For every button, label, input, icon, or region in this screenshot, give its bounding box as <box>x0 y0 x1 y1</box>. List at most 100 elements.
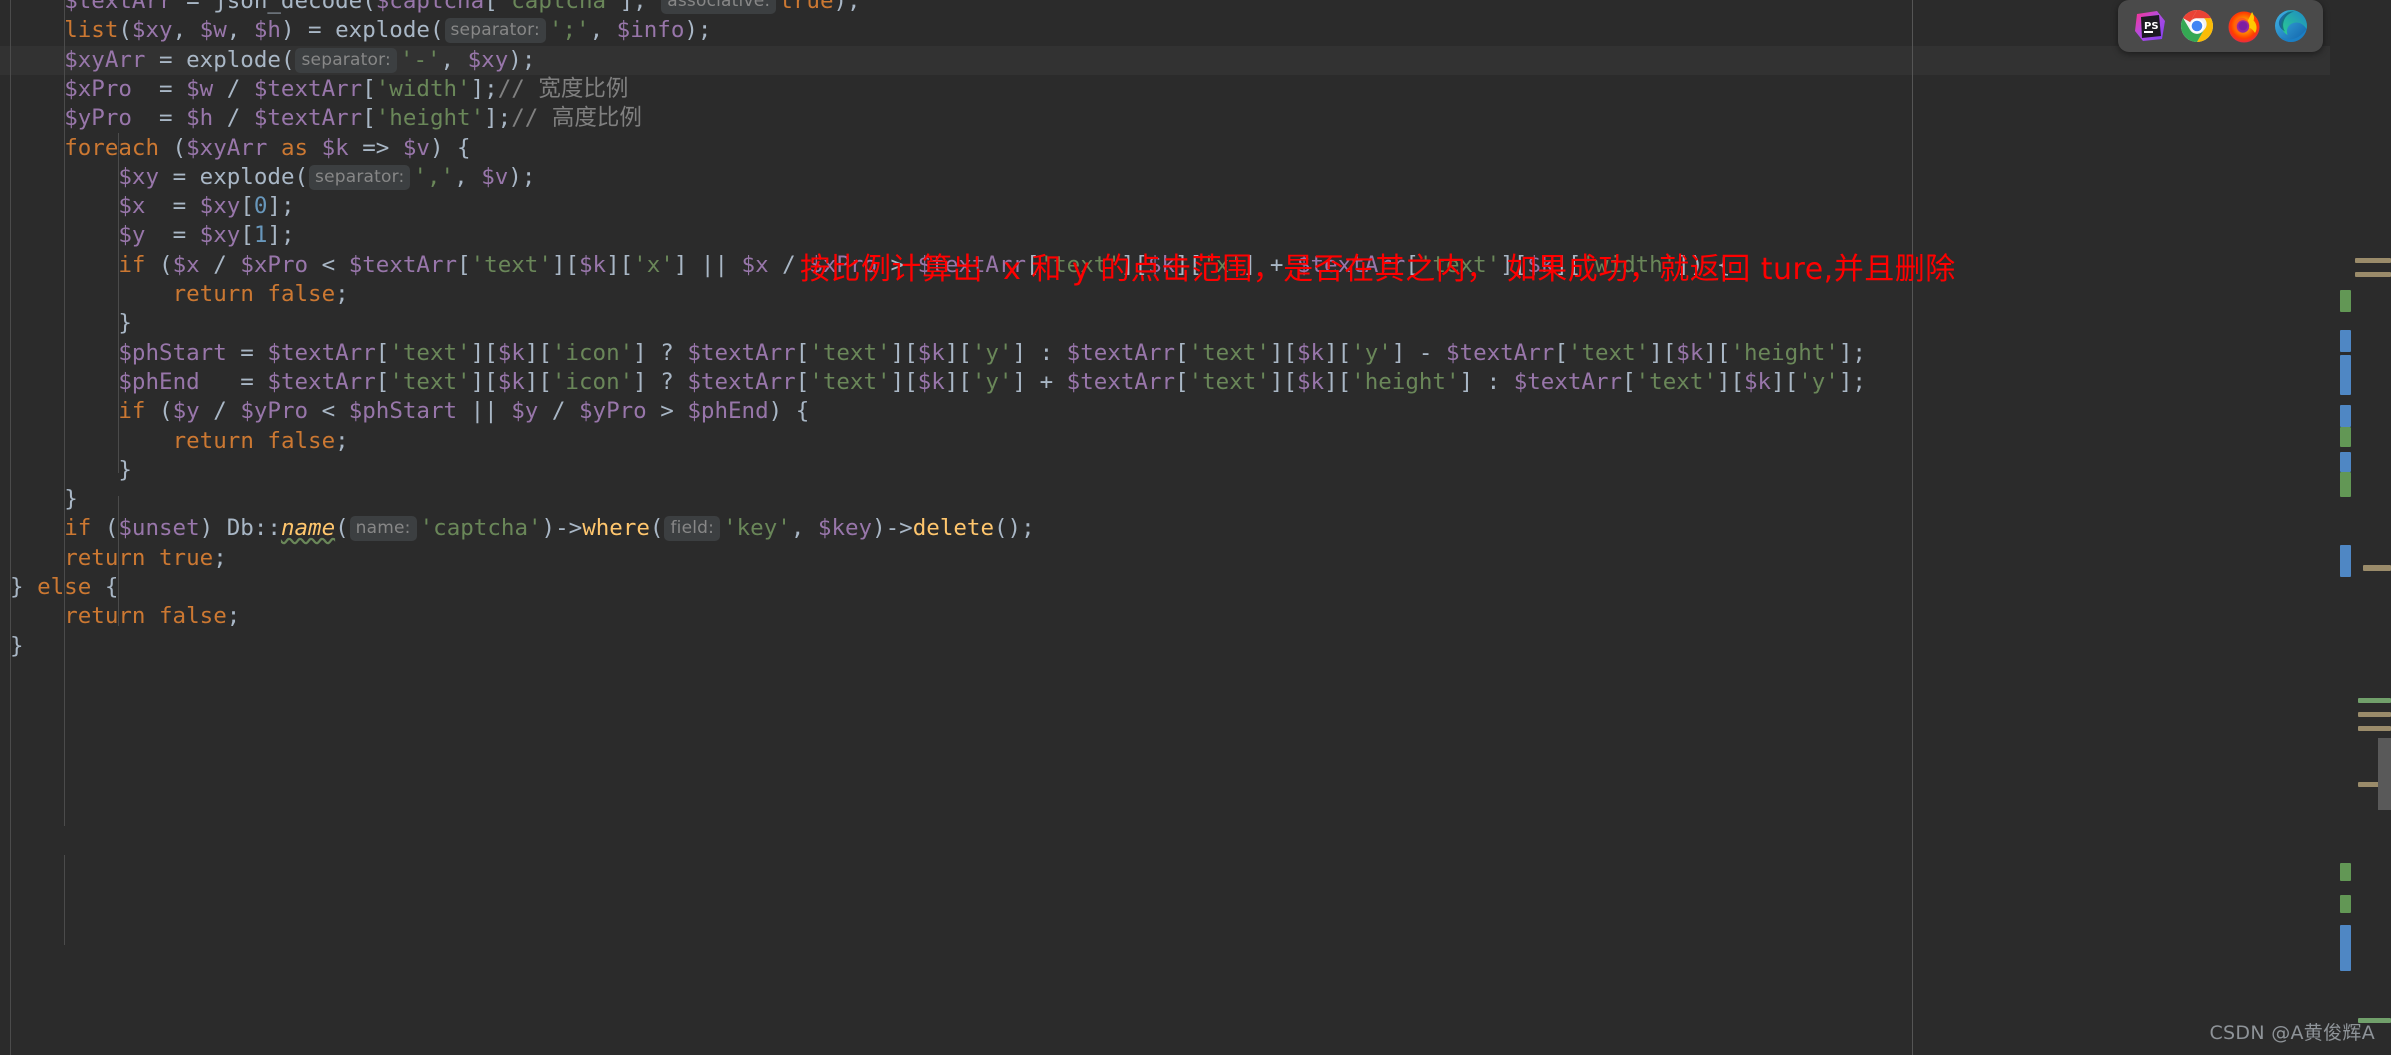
code-line[interactable]: } <box>0 309 2330 338</box>
code-token: = <box>159 163 200 190</box>
code-token: [ <box>1175 339 1189 366</box>
code-line[interactable]: } <box>0 485 2330 514</box>
code-token: false <box>267 281 336 307</box>
code-line[interactable]: $y = $xy[1]; <box>0 221 2330 250</box>
code-line[interactable]: list($xy, $w, $h) = explode(separator: ';… <box>0 16 2330 45</box>
code-line[interactable]: } else { <box>0 573 2330 602</box>
code-token: Db <box>226 515 254 542</box>
code-token: [ <box>1622 368 1636 395</box>
code-token: $x <box>741 251 769 278</box>
code-token: ( <box>649 515 664 542</box>
code-token: $yPro <box>64 105 132 132</box>
gutter-marker[interactable] <box>2363 565 2391 571</box>
indent-guide-line <box>10 0 11 1055</box>
gutter-marker[interactable] <box>2340 863 2351 881</box>
code-line[interactable]: $xy = explode(separator: ',', $v); <box>0 163 2330 192</box>
code-token: > <box>646 398 688 425</box>
code-token: [ <box>795 339 810 366</box>
code-token: ( <box>280 46 295 73</box>
code-token: ( <box>118 17 132 44</box>
code-token: 'text' <box>809 368 891 395</box>
code-token: (); <box>994 515 1035 542</box>
code-token: $k <box>497 339 525 366</box>
code-token: $xyArr <box>186 134 268 161</box>
code-token: ( <box>145 398 173 425</box>
code-token: // 高度比例 <box>511 105 642 132</box>
code-token: $textArr <box>64 0 173 14</box>
gutter-marker[interactable] <box>2358 712 2391 717</box>
code-line[interactable]: $xPro = $w / $textArr['width'];// 宽度比例 <box>0 75 2330 104</box>
code-token: $yPro <box>578 398 647 425</box>
gutter-marker[interactable] <box>2358 726 2391 731</box>
gutter-marker[interactable] <box>2340 545 2351 577</box>
editor-marker-gutter[interactable] <box>2330 0 2391 1055</box>
code-token: ][ <box>1703 339 1731 366</box>
code-line[interactable]: } <box>0 456 2330 485</box>
code-token: 'text' <box>389 368 471 395</box>
firefox-app-icon[interactable] <box>2227 9 2261 43</box>
code-line[interactable]: $textArr = json_decode($captcha['captcha… <box>0 0 2330 16</box>
code-line[interactable]: $phStart = $textArr['text'][$k]['icon'] … <box>0 339 2330 368</box>
indent-guide-line <box>118 496 119 626</box>
code-line[interactable]: $x = $xy[0]; <box>0 192 2330 221</box>
code-token: $unset <box>118 515 200 542</box>
code-line[interactable]: $xyArr = explode(separator: '-', $xy); <box>0 45 2330 75</box>
code-token: 'y' <box>1351 339 1392 366</box>
gutter-marker[interactable] <box>2340 452 2351 472</box>
code-token: ] ? <box>633 368 688 395</box>
gutter-marker[interactable] <box>2340 895 2351 913</box>
code-token: $h <box>253 17 281 44</box>
code-token: ]; <box>1838 339 1866 366</box>
code-line[interactable]: foreach ($xyArr as $k => $v) { <box>0 134 2330 163</box>
code-line[interactable]: if ($y / $yPro < $phStart || $y / $yPro … <box>0 397 2330 426</box>
code-editor-window[interactable]: $textArr = json_decode($captcha['captcha… <box>0 0 2391 1055</box>
code-token: $yPro <box>240 398 309 425</box>
chrome-app-icon[interactable] <box>2180 9 2214 43</box>
gutter-marker[interactable] <box>2340 355 2351 395</box>
gutter-marker[interactable] <box>2355 258 2391 263</box>
gutter-marker[interactable] <box>2340 427 2351 447</box>
code-token: 'y' <box>1798 368 1839 395</box>
code-line[interactable]: return false; <box>0 427 2330 456</box>
code-token: $textArr <box>267 339 376 366</box>
code-token: [ <box>1554 339 1568 366</box>
code-token: 'text' <box>1188 368 1270 395</box>
code-token: return <box>64 603 146 630</box>
code-token: ][ <box>1269 368 1297 395</box>
code-token: ][ <box>1649 339 1677 366</box>
gutter-marker[interactable] <box>2355 272 2391 277</box>
code-token: return <box>172 427 254 454</box>
gutter-marker[interactable] <box>2340 925 2351 971</box>
code-token: ][ <box>551 251 579 278</box>
code-line[interactable]: return true; <box>0 544 2330 573</box>
code-token: $xPro <box>64 75 132 102</box>
gutter-marker[interactable] <box>2340 330 2351 352</box>
code-token: , <box>172 17 200 44</box>
phpstorm-app-icon[interactable]: PS <box>2133 9 2167 43</box>
code-token: $k <box>1744 368 1772 395</box>
gutter-marker[interactable] <box>2340 405 2351 427</box>
code-line[interactable]: } <box>0 632 2330 661</box>
code-token: , <box>226 17 254 44</box>
edge-app-icon[interactable] <box>2274 9 2308 43</box>
app-switcher-widget[interactable]: PS <box>2118 0 2323 52</box>
code-token: false <box>267 427 336 454</box>
gutter-marker[interactable] <box>2340 290 2351 312</box>
gutter-marker[interactable] <box>2340 472 2351 497</box>
gutter-marker[interactable] <box>2358 698 2391 703</box>
code-line[interactable]: $phEnd = $textArr['text'][$k]['icon'] ? … <box>0 368 2330 397</box>
code-token: < <box>308 398 349 425</box>
code-content-area[interactable]: $textArr = json_decode($captcha['captcha… <box>0 0 2330 1055</box>
indent-guide-line <box>118 133 119 473</box>
indent-guide-line <box>64 0 65 826</box>
code-token: $k <box>497 368 525 395</box>
code-line[interactable]: return false; <box>0 602 2330 631</box>
code-token: , <box>440 46 468 73</box>
code-token: $y <box>511 398 539 425</box>
code-line[interactable]: $yPro = $h / $textArr['height'];// 高度比例 <box>0 104 2330 133</box>
code-line[interactable]: if ($unset) Db::name(name:'captcha')->wh… <box>0 514 2330 543</box>
vertical-scrollbar-thumb[interactable] <box>2378 738 2391 810</box>
code-token: $phStart <box>118 339 227 366</box>
